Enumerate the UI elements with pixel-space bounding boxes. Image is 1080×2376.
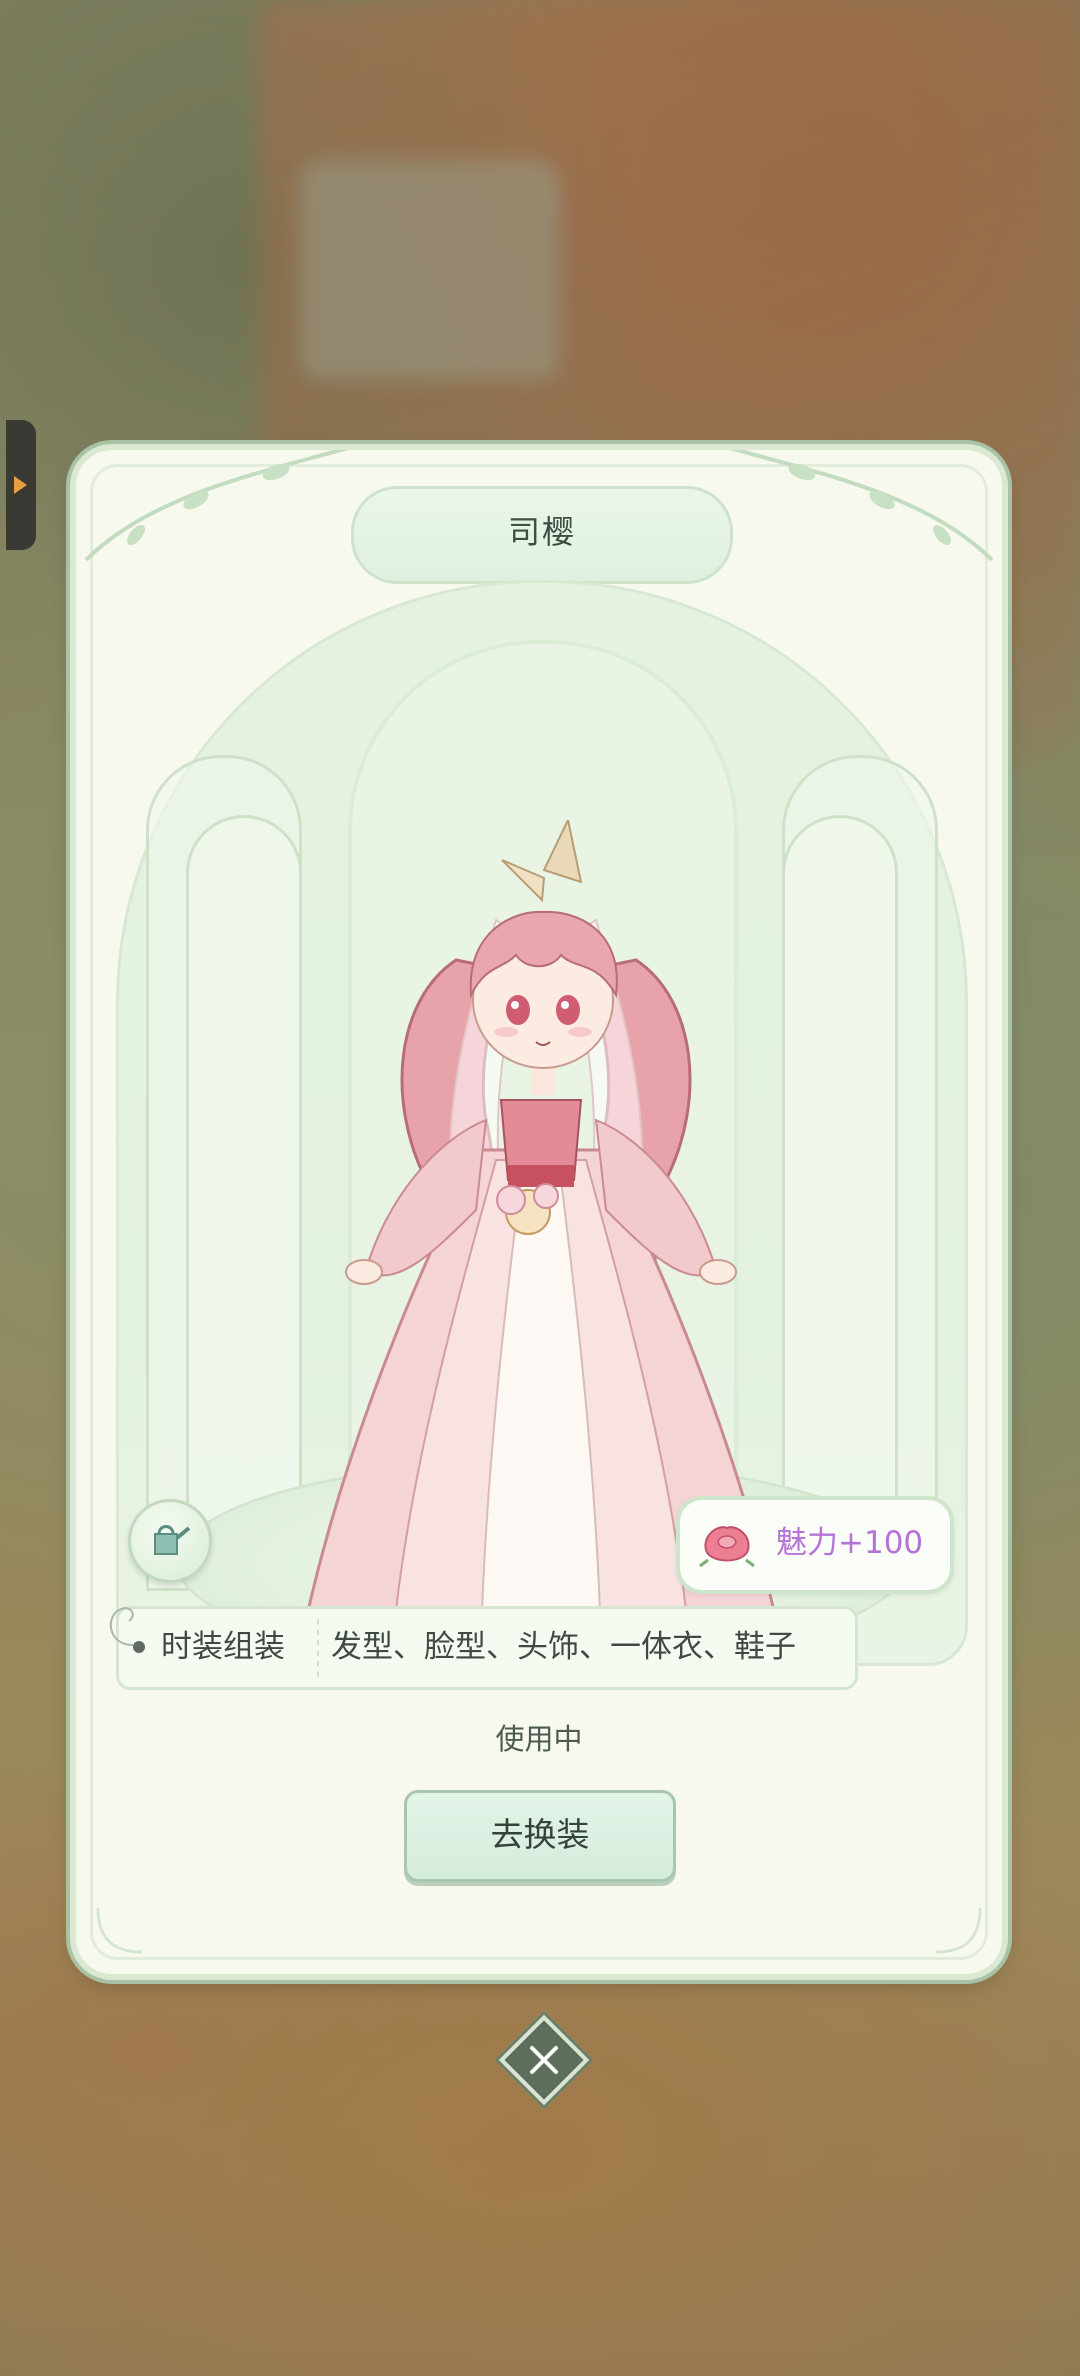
side-expand-tab[interactable] (6, 420, 36, 550)
corner-ornament-bottom-right (935, 1907, 982, 1954)
outfit-parts-list: 发型、脸型、头饰、一体衣、鞋子 (331, 1629, 796, 1665)
outfit-detail-card: 司樱 魅力+100 时装组装 发型、脸型、头饰、一体衣、鞋子 使用中 去换装 (76, 450, 1002, 1974)
watering-can-icon (154, 1525, 191, 1555)
rose-icon (699, 1526, 755, 1568)
title-plate: 司樱 (351, 486, 733, 584)
charm-bonus-badge: 魅力+100 (676, 1496, 954, 1594)
outfit-category: 时装组装 (161, 1629, 285, 1665)
close-icon (530, 2046, 558, 2074)
background-window (300, 160, 560, 380)
left-arch-inner (186, 815, 302, 1591)
charm-bonus-text: 魅力+100 (776, 1525, 924, 1561)
change-outfit-button[interactable]: 去换装 (404, 1790, 676, 1882)
bullet-dot (133, 1641, 145, 1653)
row-divider (317, 1619, 319, 1677)
usage-status: 使用中 (495, 1722, 583, 1756)
outfit-title: 司樱 (507, 513, 576, 551)
watering-can-button[interactable] (128, 1499, 212, 1583)
corner-ornament-bottom-left (96, 1907, 143, 1954)
chevron-right-icon (14, 476, 27, 494)
change-outfit-label: 去换装 (490, 1815, 590, 1854)
outfit-parts-row: 时装组装 发型、脸型、头饰、一体衣、鞋子 (109, 1606, 858, 1690)
right-arch-inner (782, 815, 898, 1591)
